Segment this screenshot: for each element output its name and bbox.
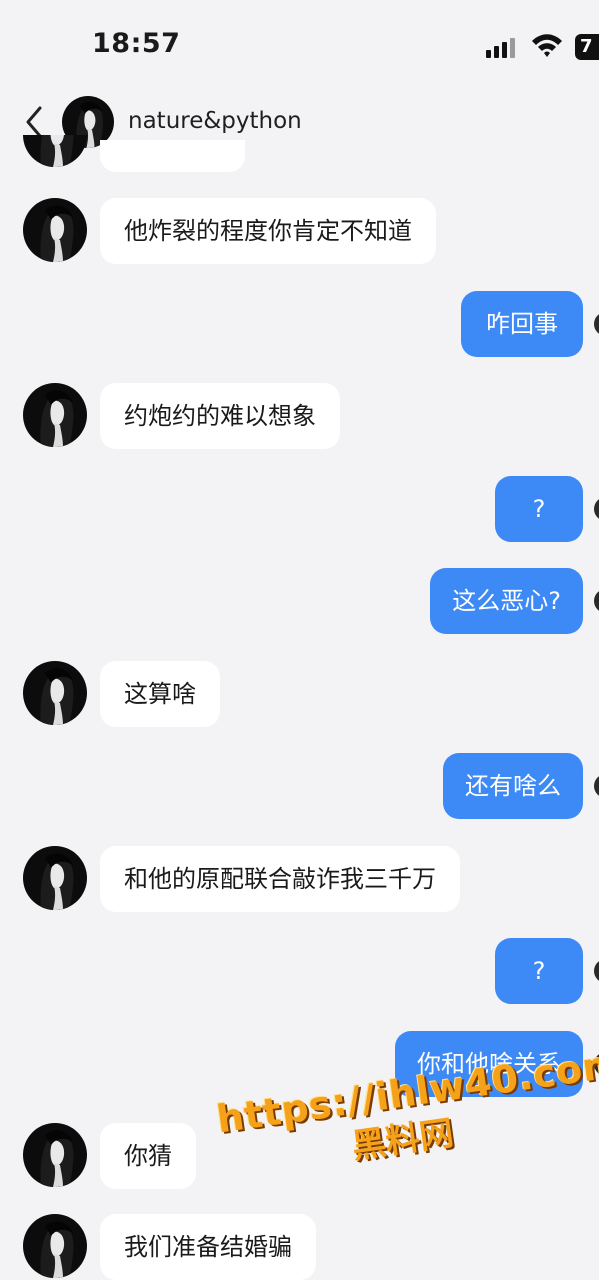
message-bubble-outgoing[interactable]: ? [495, 476, 583, 542]
my-avatar [594, 774, 599, 798]
battery-indicator: 7 [575, 34, 599, 60]
status-time: 18:57 [92, 28, 181, 59]
avatar[interactable] [23, 1123, 87, 1187]
message-bubble-outgoing[interactable]: ? [495, 938, 583, 1004]
my-avatar [594, 589, 599, 613]
my-avatar [594, 497, 599, 521]
avatar[interactable] [23, 135, 87, 167]
avatar[interactable] [23, 1214, 87, 1278]
my-avatar [594, 959, 599, 983]
my-avatar [594, 312, 599, 336]
avatar[interactable] [23, 383, 87, 447]
message-bubble-incoming[interactable]: 他炸裂的程度你肯定不知道 [100, 198, 436, 264]
avatar[interactable] [23, 198, 87, 262]
avatar[interactable] [23, 846, 87, 910]
avatar[interactable] [23, 661, 87, 725]
message-bubble-partial [100, 140, 245, 172]
message-bubble-incoming[interactable]: 你猜 [100, 1123, 196, 1189]
chat-header: nature&python [0, 90, 599, 156]
message-bubble-outgoing[interactable]: 还有啥么 [443, 753, 583, 819]
message-bubble-incoming[interactable]: 这算啥 [100, 661, 220, 727]
message-bubble-outgoing[interactable]: 这么恶心? [430, 568, 583, 634]
message-bubble-outgoing[interactable]: 咋回事 [461, 291, 583, 357]
contact-name[interactable]: nature&python [128, 108, 302, 134]
message-bubble-incoming[interactable]: 和他的原配联合敲诈我三千万 [100, 846, 460, 912]
status-bar: 18:57 7 [0, 0, 599, 90]
message-bubble-incoming[interactable]: 我们准备结婚骗 [100, 1214, 316, 1280]
message-bubble-incoming[interactable]: 约炮约的难以想象 [100, 383, 340, 449]
cellular-signal-icon [486, 36, 520, 58]
wifi-icon [532, 34, 562, 57]
